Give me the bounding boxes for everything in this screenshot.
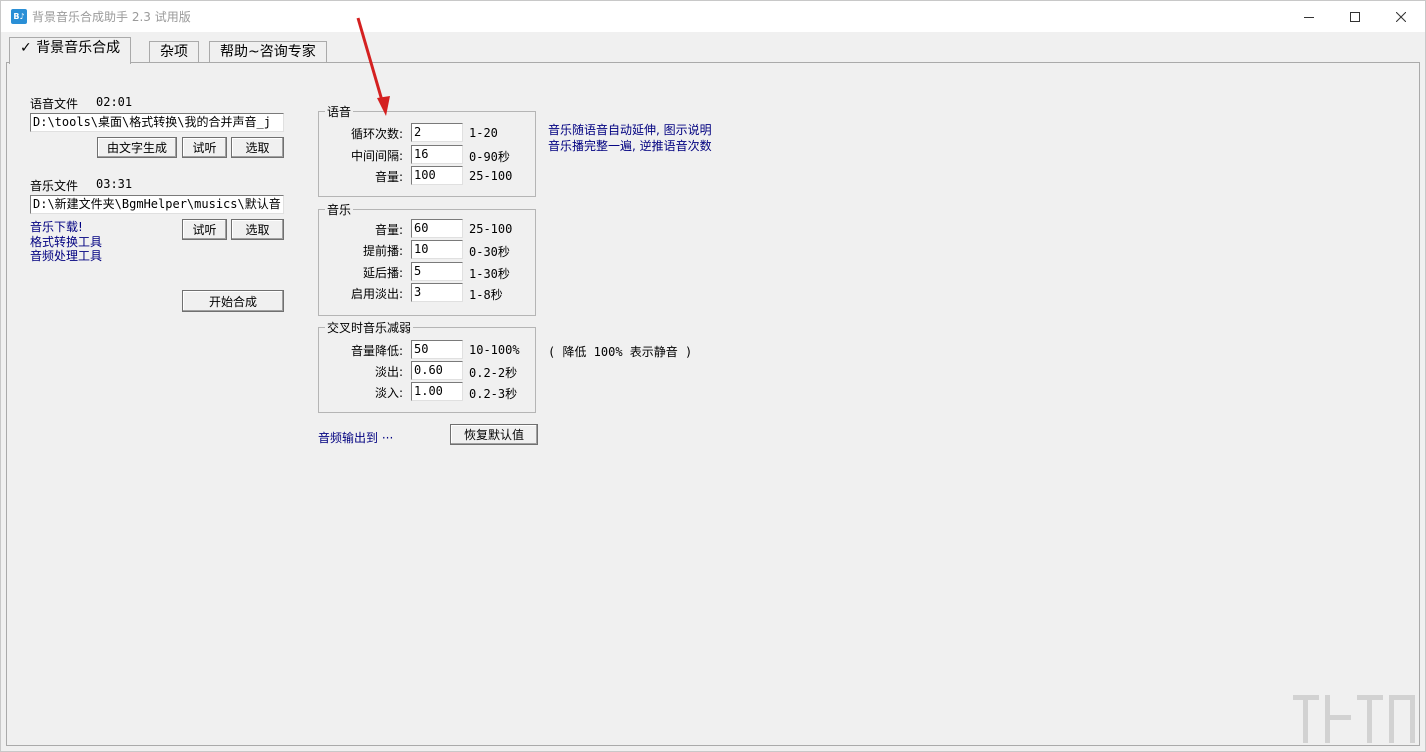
- music-file-duration: 03:31: [96, 177, 133, 191]
- music-listen-button[interactable]: 试听: [182, 219, 227, 240]
- pre-play-label: 提前播:: [362, 244, 403, 258]
- tab-help[interactable]: 帮助~咨询专家: [209, 41, 327, 63]
- start-compose-button[interactable]: 开始合成: [182, 290, 284, 312]
- audio-output-link[interactable]: 音频输出到 ···: [318, 429, 393, 446]
- voice-volume-input[interactable]: 100: [411, 166, 463, 185]
- interval-range: 0-90秒: [469, 150, 510, 164]
- app-window: B♪ 背景音乐合成助手 2.3 试用版 ✓ 背景音乐合成 杂项 帮助~咨询专家 …: [0, 0, 1426, 752]
- interval-label: 中间间隔:: [350, 149, 403, 163]
- music-file-label: 音乐文件: [30, 179, 79, 193]
- voice-volume-label: 音量:: [374, 170, 403, 184]
- group-title: 交叉时音乐减弱: [325, 319, 414, 336]
- loop-count-range: 1-20: [469, 126, 498, 140]
- text-to-voice-button[interactable]: 由文字生成: [97, 137, 177, 158]
- maximize-icon: [1350, 11, 1360, 22]
- minimize-button[interactable]: [1286, 1, 1332, 32]
- music-file-path-input[interactable]: D:\新建文件夹\BgmHelper\musics\默认音: [30, 195, 284, 214]
- loop-count-label: 循环次数:: [350, 127, 403, 141]
- tab-misc[interactable]: 杂项: [149, 41, 199, 63]
- fade-out-enable-range: 1-8秒: [469, 288, 503, 302]
- title-bar: B♪ 背景音乐合成助手 2.3 试用版: [1, 1, 1425, 32]
- cross-fade-in-input[interactable]: 1.00: [411, 382, 463, 401]
- tab-label: 帮助~咨询专家: [220, 44, 316, 60]
- music-volume-input[interactable]: 60: [411, 219, 463, 238]
- music-volume-range: 25-100: [469, 222, 513, 236]
- volume-reduce-range: 10-100%: [469, 343, 520, 357]
- group-title: 音乐: [325, 201, 354, 218]
- auto-extend-link[interactable]: 音乐随语音自动延伸, 图示说明: [548, 121, 712, 138]
- pre-play-input[interactable]: 10: [411, 240, 463, 259]
- watermark-logo: [1293, 695, 1415, 743]
- cross-fade-out-label: 淡出:: [374, 365, 403, 379]
- tab-label: 杂项: [160, 44, 188, 60]
- group-title: 语音: [325, 103, 354, 120]
- fade-out-enable-label: 启用淡出:: [350, 287, 403, 301]
- pre-play-range: 0-30秒: [469, 245, 510, 259]
- volume-reduce-label: 音量降低:: [350, 344, 403, 358]
- post-play-input[interactable]: 5: [411, 262, 463, 281]
- window-title: 背景音乐合成助手 2.3 试用版: [32, 10, 191, 24]
- post-play-range: 1-30秒: [469, 267, 510, 281]
- maximize-button[interactable]: [1332, 1, 1378, 32]
- silence-note: ( 降低 100% 表示静音 ): [548, 345, 693, 359]
- arrow-annotation: [356, 17, 390, 116]
- right-edge: [1420, 63, 1425, 747]
- voice-file-duration: 02:01: [96, 95, 133, 109]
- minimize-icon: [1304, 16, 1314, 18]
- cross-fade-out-input[interactable]: 0.60: [411, 361, 463, 380]
- cross-fade-in-label: 淡入:: [374, 386, 403, 400]
- voice-select-button[interactable]: 选取: [231, 137, 284, 158]
- audio-tool-link[interactable]: 音频处理工具: [30, 247, 102, 264]
- app-icon: B♪: [11, 9, 27, 24]
- loop-count-input[interactable]: 2: [411, 123, 463, 142]
- tab-strip: ✓ 背景音乐合成 杂项 帮助~咨询专家: [1, 32, 1425, 64]
- post-play-label: 延后播:: [362, 266, 403, 280]
- interval-input[interactable]: 16: [411, 145, 463, 164]
- fade-out-enable-input[interactable]: 3: [411, 283, 463, 302]
- voice-file-label: 语音文件: [30, 97, 79, 111]
- close-button[interactable]: [1378, 1, 1424, 32]
- music-volume-label: 音量:: [374, 223, 403, 237]
- tab-panel: [6, 62, 1420, 746]
- restore-defaults-button[interactable]: 恢复默认值: [450, 424, 538, 445]
- close-icon: [1396, 11, 1406, 22]
- volume-reduce-input[interactable]: 50: [411, 340, 463, 359]
- tab-bgm-compose[interactable]: ✓ 背景音乐合成: [9, 37, 132, 64]
- check-icon: ✓: [20, 40, 32, 56]
- voice-listen-button[interactable]: 试听: [182, 137, 227, 158]
- music-select-button[interactable]: 选取: [231, 219, 284, 240]
- cross-fade-out-range: 0.2-2秒: [469, 366, 518, 380]
- voice-volume-range: 25-100: [469, 169, 513, 183]
- reverse-count-link[interactable]: 音乐播完整一遍, 逆推语音次数: [548, 137, 712, 154]
- tab-label: 背景音乐合成: [36, 40, 121, 56]
- cross-fade-in-range: 0.2-3秒: [469, 387, 518, 401]
- voice-file-path-input[interactable]: D:\tools\桌面\格式转换\我的合并声音_j: [30, 113, 284, 132]
